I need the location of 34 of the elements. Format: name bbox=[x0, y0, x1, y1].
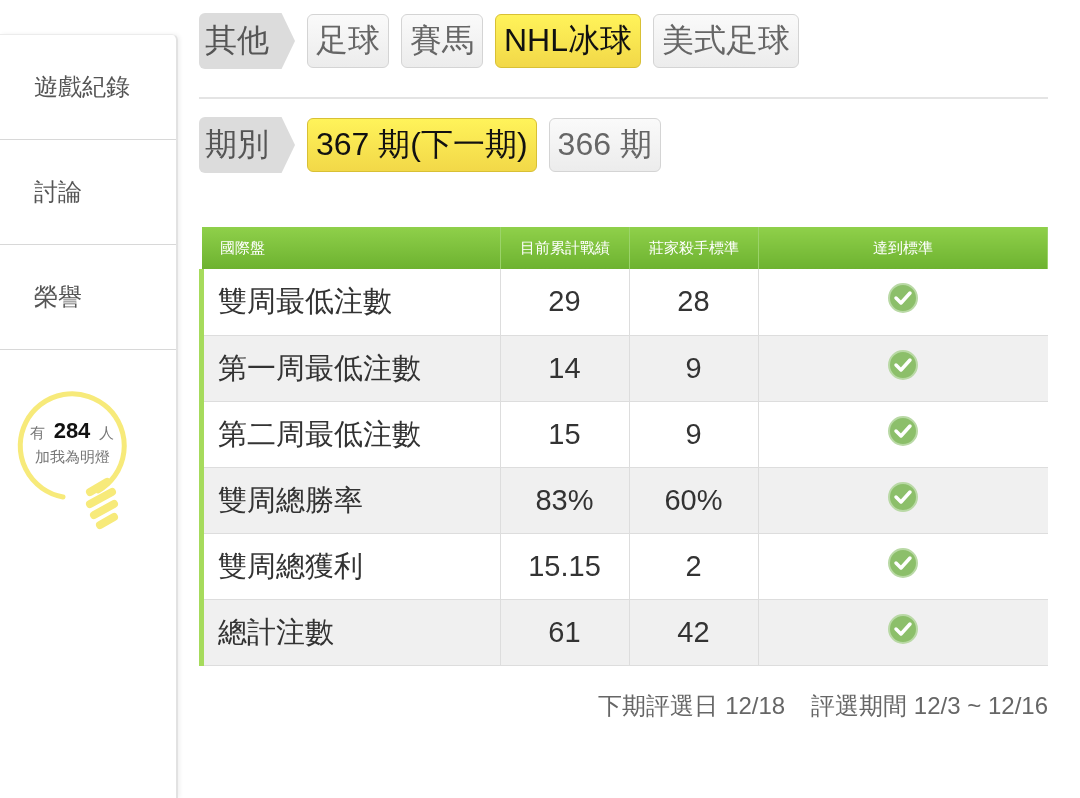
category-tab[interactable]: 美式足球 bbox=[653, 14, 799, 68]
table-cell: 14 bbox=[500, 335, 629, 401]
period-tab[interactable]: 367 期(下一期) bbox=[307, 118, 537, 172]
table-cell: 雙周總勝率 bbox=[201, 467, 500, 533]
column-header: 達到標準 bbox=[758, 227, 1048, 269]
table-cell: 42 bbox=[629, 599, 758, 665]
next-selection-date: 下期評選日 12/18 bbox=[598, 691, 786, 721]
period-label: 期別 bbox=[199, 117, 295, 173]
sidebar-item[interactable]: 遊戲紀錄 bbox=[0, 35, 176, 140]
category-label: 其他 bbox=[199, 13, 295, 69]
table-cell: 61 bbox=[500, 599, 629, 665]
table-cell: 總計注數 bbox=[201, 599, 500, 665]
column-header: 目前累計戰績 bbox=[500, 227, 629, 269]
table-cell: 9 bbox=[629, 401, 758, 467]
follower-count: 有 284 人 bbox=[29, 418, 115, 444]
table-cell: 83% bbox=[500, 467, 629, 533]
table-cell: 60% bbox=[629, 467, 758, 533]
table-cell: 15.15 bbox=[500, 533, 629, 599]
table-cell: 15 bbox=[500, 401, 629, 467]
sidebar-item[interactable]: 討論 bbox=[0, 140, 176, 245]
table-cell: 2 bbox=[629, 533, 758, 599]
lamp-caption: 加我為明燈 bbox=[33, 448, 111, 467]
category-tab[interactable]: 足球 bbox=[307, 14, 389, 68]
table-cell: 29 bbox=[500, 269, 629, 335]
category-tab[interactable]: NHL冰球 bbox=[495, 14, 641, 68]
table-cell: 28 bbox=[629, 269, 758, 335]
column-header: 莊家殺手標準 bbox=[629, 227, 758, 269]
table-cell: 第一周最低注數 bbox=[201, 335, 500, 401]
column-header: 國際盤 bbox=[201, 227, 500, 269]
category-tab[interactable]: 賽馬 bbox=[401, 14, 483, 68]
sidebar-item[interactable]: 榮譽 bbox=[0, 245, 176, 350]
selection-period: 評選期間 12/3 ~ 12/16 bbox=[811, 691, 1048, 721]
table-cell: 9 bbox=[629, 335, 758, 401]
period-tab[interactable]: 366 期 bbox=[548, 118, 661, 172]
